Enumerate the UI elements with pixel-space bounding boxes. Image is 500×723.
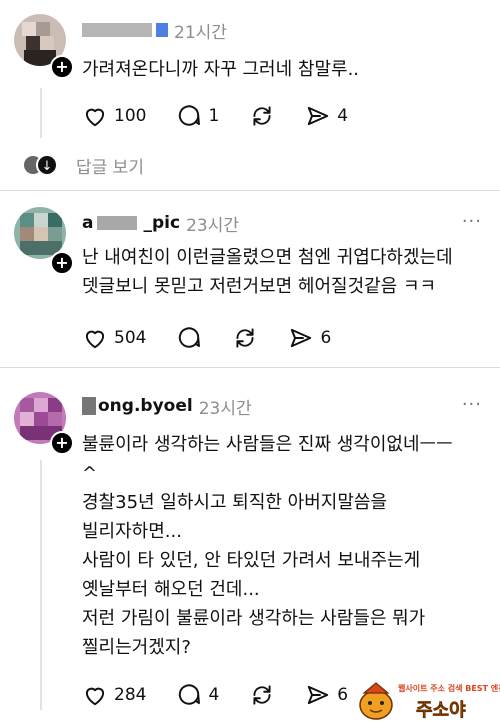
post-body: 난 내여친이 이런글올렸으면 첨엔 귀엽다하겠는데 뎃글보니 못믿고 저런거보면… [82, 243, 484, 301]
mascot-icon [359, 682, 393, 720]
username[interactable]: a [82, 213, 93, 233]
heart-icon [85, 687, 105, 706]
post-body: 불륜이라 생각하는 사람들은 진짜 생각이없네ㅡㅡ ^ 경찰35년 일하시고 퇴… [82, 430, 484, 662]
post-text-line: 불륜이라 생각하는 사람들은 진짜 생각이없네ㅡㅡ [82, 434, 453, 455]
share-icon [308, 685, 329, 705]
follow-plus-icon[interactable]: + [50, 55, 74, 79]
view-replies-link[interactable]: 답글 보기 [76, 153, 144, 178]
repost-button[interactable] [249, 682, 275, 708]
share-button[interactable]: 6 [305, 682, 348, 708]
post-time: 23시간 [198, 398, 252, 419]
repost-button[interactable] [232, 325, 258, 351]
thread-line [40, 88, 42, 138]
follow-plus-icon[interactable]: + [50, 251, 74, 275]
action-bar: 504 6 [82, 323, 361, 353]
more-icon[interactable]: ··· [462, 211, 482, 232]
share-icon [291, 328, 312, 348]
post-text-line: 사람이 타 있던, 안 타있던 가려서 보내주는게 [82, 550, 421, 571]
view-replies-row[interactable]: ↓ 답글 보기 [22, 150, 144, 180]
share-button[interactable]: 6 [288, 325, 331, 351]
like-button[interactable]: 504 [82, 325, 146, 351]
post-text-line: 빌리자하면... [82, 521, 182, 542]
masked-username [82, 397, 96, 415]
comment-count: 1 [208, 106, 220, 126]
post-text-line: ^ [82, 463, 98, 484]
post-time: 21시간 [174, 22, 227, 43]
action-bar: 100 1 4 [82, 101, 378, 131]
comment-icon [179, 684, 201, 705]
like-count: 100 [114, 106, 147, 126]
username-row: a _pic 23시간 [82, 211, 239, 236]
post-1: + 21시간 가려져온다니까 자꾸 그러네 참말루.. 100 1 4 [0, 0, 500, 150]
repost-icon [253, 106, 271, 126]
repost-icon [253, 685, 271, 705]
comment-button[interactable]: 1 [176, 103, 219, 129]
share-count: 6 [320, 328, 332, 348]
heart-icon [85, 330, 105, 349]
post-text-line: 가려져온다니까 자꾸 그러네 참말루.. [82, 59, 360, 80]
like-count: 284 [114, 685, 147, 705]
post-body: 가려져온다니까 자꾸 그러네 참말루.. [82, 55, 484, 84]
repost-button[interactable] [249, 103, 275, 129]
username[interactable]: ong.byoel [98, 396, 193, 416]
post-text-line: 찔리는거겠지? [82, 637, 191, 658]
share-count: 4 [337, 106, 349, 126]
share-icon [308, 106, 329, 126]
post-text-line: 저런 가림이 불륜이라 생각하는 사람들은 뭐가 [82, 608, 426, 629]
heart-icon [85, 108, 105, 127]
post-text-line: 옛날부터 해오던 건데... [82, 579, 260, 600]
action-bar: 284 4 6 [82, 680, 378, 710]
comment-icon [179, 327, 201, 348]
masked-username [97, 216, 138, 230]
post-time: 23시간 [186, 215, 239, 236]
post-text-line: 난 내여친이 이런글올렸으면 첨엔 귀엽다하겠는데 [82, 247, 453, 268]
watermark-tagline: 웹사이트 주소 검색 BEST 엔진 [398, 684, 500, 693]
masked-username[interactable] [82, 23, 152, 37]
repost-icon [236, 328, 255, 348]
comment-count: 4 [208, 685, 220, 705]
username-row: ong.byoel 23시간 [82, 394, 252, 419]
masked-username-tail [156, 23, 168, 37]
comment-button[interactable]: 4 [176, 682, 219, 708]
follow-plus-icon[interactable]: + [50, 431, 74, 455]
post-2: + a _pic 23시간 ··· 난 내여친이 이런글올렸으면 첨엔 귀엽다하… [0, 191, 500, 367]
username-suffix[interactable]: _pic [143, 213, 180, 233]
like-button[interactable]: 100 [82, 103, 146, 129]
post-text-line: 뎃글보니 못믿고 저런거보면 헤어질것같음 ㅋㅋ [82, 276, 437, 297]
like-count: 504 [114, 328, 147, 348]
thread-line [40, 460, 42, 710]
username-row: 21시간 [82, 18, 227, 43]
more-icon[interactable]: ··· [462, 394, 482, 415]
share-button[interactable]: 4 [305, 103, 348, 129]
post-3: + ong.byoel 23시간 ··· 불륜이라 생각하는 사람들은 진짜 생… [0, 368, 500, 723]
watermark-logo: 웹사이트 주소 검색 BEST 엔진 주소야 [356, 679, 500, 722]
watermark-title: 주소야 [416, 700, 466, 722]
comment-button[interactable] [176, 325, 202, 351]
like-button[interactable]: 284 [82, 682, 146, 708]
share-count: 6 [337, 685, 349, 705]
comment-icon [179, 105, 201, 126]
chevron-down-icon: ↓ [36, 154, 58, 176]
post-text-line: 경찰35년 일하시고 퇴직한 아버지말씀을 [82, 492, 388, 513]
